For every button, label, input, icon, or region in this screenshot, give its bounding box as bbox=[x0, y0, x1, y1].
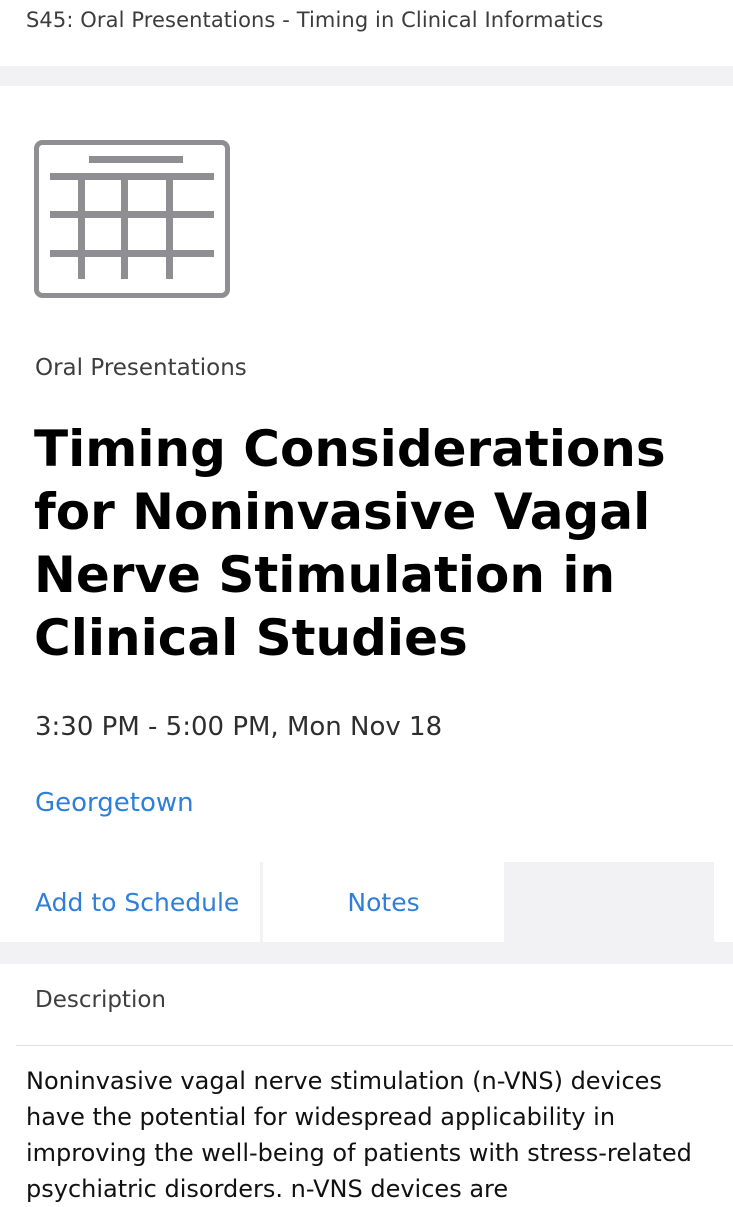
calendar-icon bbox=[34, 140, 230, 298]
session-time: 3:30 PM - 5:00 PM, Mon Nov 18 bbox=[35, 712, 443, 742]
notes-button[interactable]: Notes bbox=[263, 862, 504, 942]
header-title: S45: Oral Presentations - Timing in Clin… bbox=[26, 8, 604, 32]
location-link[interactable]: Georgetown bbox=[35, 788, 194, 818]
divider bbox=[16, 1045, 733, 1046]
header-bar: S45: Oral Presentations - Timing in Clin… bbox=[0, 0, 733, 66]
session-category: Oral Presentations bbox=[35, 355, 247, 381]
add-to-schedule-button[interactable]: Add to Schedule bbox=[16, 862, 260, 942]
description-body: Noninvasive vagal nerve stimulation (n-V… bbox=[26, 1067, 692, 1203]
action-bar: Add to Schedule Notes bbox=[16, 862, 714, 942]
section-separator bbox=[0, 942, 733, 964]
section-separator bbox=[0, 66, 733, 86]
description-heading: Description bbox=[35, 987, 166, 1013]
session-title: Timing Considerations for Noninvasive Va… bbox=[34, 420, 666, 667]
